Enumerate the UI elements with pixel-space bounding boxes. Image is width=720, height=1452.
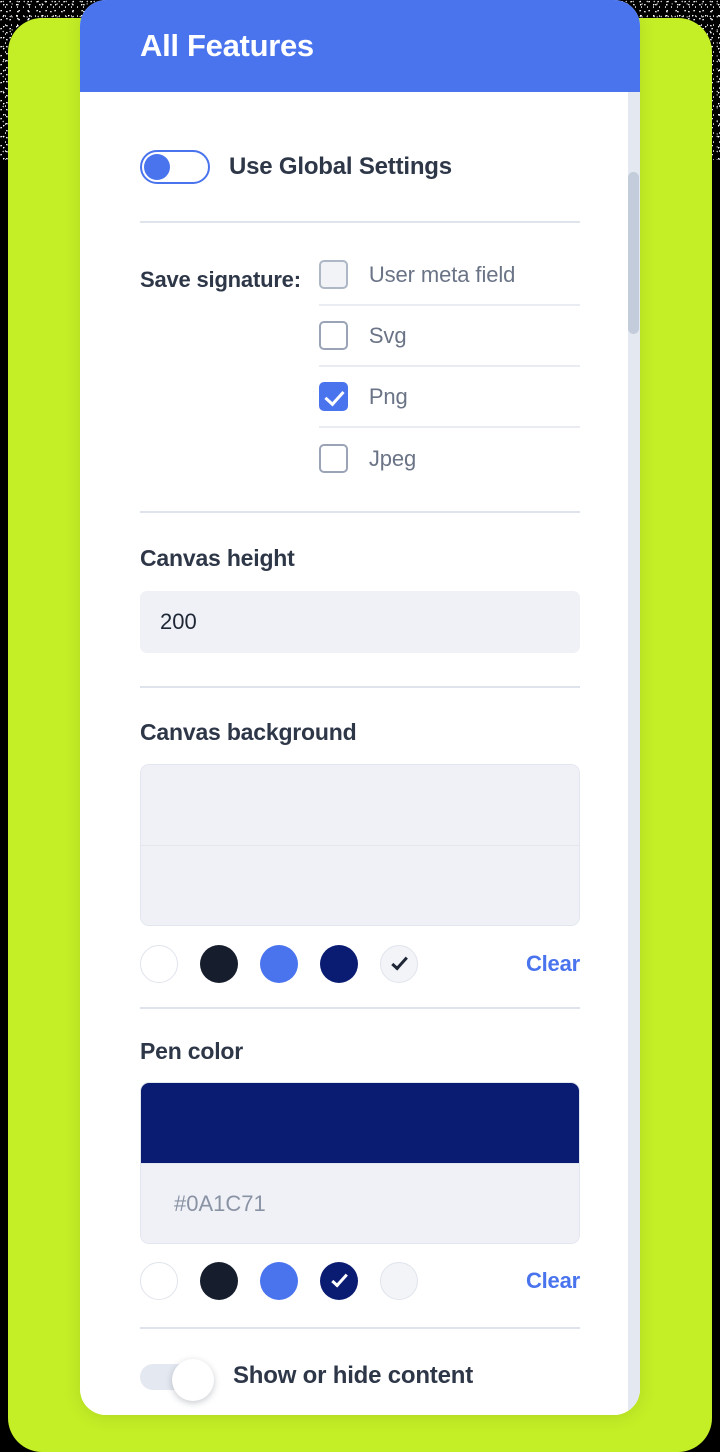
show-hide-content-toggle[interactable]: [140, 1359, 214, 1401]
canvas-height-title: Canvas height: [140, 545, 295, 571]
checkbox-svg[interactable]: [318, 321, 348, 350]
scrollbar-thumb[interactable]: [628, 172, 639, 334]
page-title: All Features: [140, 28, 314, 63]
vertical-scrollbar[interactable]: [628, 92, 640, 1415]
canvas-background-swatch-3[interactable]: [320, 945, 358, 983]
toggle-knob: [144, 154, 170, 180]
use-global-settings-label: Use Global Settings: [229, 153, 452, 180]
pen-color-swatch-0[interactable]: [140, 1262, 178, 1300]
pen-color-swatch-4[interactable]: [380, 1262, 418, 1300]
pen-color-swatch-3[interactable]: [320, 1262, 358, 1300]
toggle-knob: [172, 1359, 214, 1401]
canvas-background-swatch-2[interactable]: [260, 945, 298, 983]
use-global-settings-toggle[interactable]: [140, 150, 210, 184]
check-icon: [331, 1270, 348, 1288]
save-signature-label: Save signature:: [140, 267, 301, 292]
show-hide-content-row[interactable]: Show or hide content: [140, 1359, 580, 1401]
pen-color-swatch-row[interactable]: Clear: [140, 1262, 580, 1300]
save-signature-block: Save signature: User meta field Svg Png: [140, 245, 580, 489]
canvas-background-swatch-1[interactable]: [200, 945, 238, 983]
card-header: All Features: [80, 0, 640, 92]
canvas-background-swatch-row[interactable]: Clear: [140, 945, 580, 983]
use-global-settings-row[interactable]: Use Global Settings: [140, 150, 580, 184]
checkbox-user-meta-field[interactable]: [318, 260, 348, 289]
checkbox-label-user-meta-field: User meta field: [368, 261, 516, 287]
checkbox-png[interactable]: [318, 382, 348, 411]
checkbox-jpeg[interactable]: [318, 444, 348, 473]
check-icon: [391, 953, 408, 971]
checkbox-row-png[interactable]: Png: [318, 367, 580, 428]
checkbox-row-jpeg[interactable]: Jpeg: [318, 428, 580, 489]
pen-color-swatch-2[interactable]: [260, 1262, 298, 1300]
canvas-background-clear-button[interactable]: Clear: [526, 951, 580, 977]
checkbox-label-png: Png: [368, 383, 408, 409]
save-signature-options: User meta field Svg Png Jpeg: [318, 245, 580, 489]
pen-color-title: Pen color: [140, 1038, 244, 1064]
card-body: Use Global Settings Save signature: User…: [80, 92, 640, 1415]
show-hide-content-label: Show or hide content: [233, 1362, 473, 1389]
canvas-background-swatch-0[interactable]: [140, 945, 178, 983]
all-features-card: All Features Use Global Settings Save si…: [80, 0, 640, 1415]
canvas-background-preview: [141, 765, 579, 845]
screen-root: All Features Use Global Settings Save si…: [0, 0, 720, 1452]
pen-color-picker[interactable]: #0A1C71: [140, 1082, 580, 1244]
checkbox-row-user-meta-field[interactable]: User meta field: [318, 245, 580, 306]
canvas-background-swatch-4[interactable]: [380, 945, 418, 983]
checkbox-row-svg[interactable]: Svg: [318, 306, 580, 367]
checkbox-label-jpeg: Jpeg: [368, 445, 417, 471]
pen-color-clear-button[interactable]: Clear: [526, 1268, 580, 1294]
canvas-background-title: Canvas background: [140, 719, 357, 745]
canvas-background-picker[interactable]: [140, 764, 580, 926]
pen-color-swatch-1[interactable]: [200, 1262, 238, 1300]
pen-color-value-input[interactable]: #0A1C71: [141, 1163, 579, 1243]
canvas-background-value-input[interactable]: [141, 845, 579, 925]
checkbox-label-svg: Svg: [368, 322, 407, 348]
canvas-height-input[interactable]: 200: [140, 591, 580, 653]
pen-color-preview: [141, 1083, 579, 1163]
